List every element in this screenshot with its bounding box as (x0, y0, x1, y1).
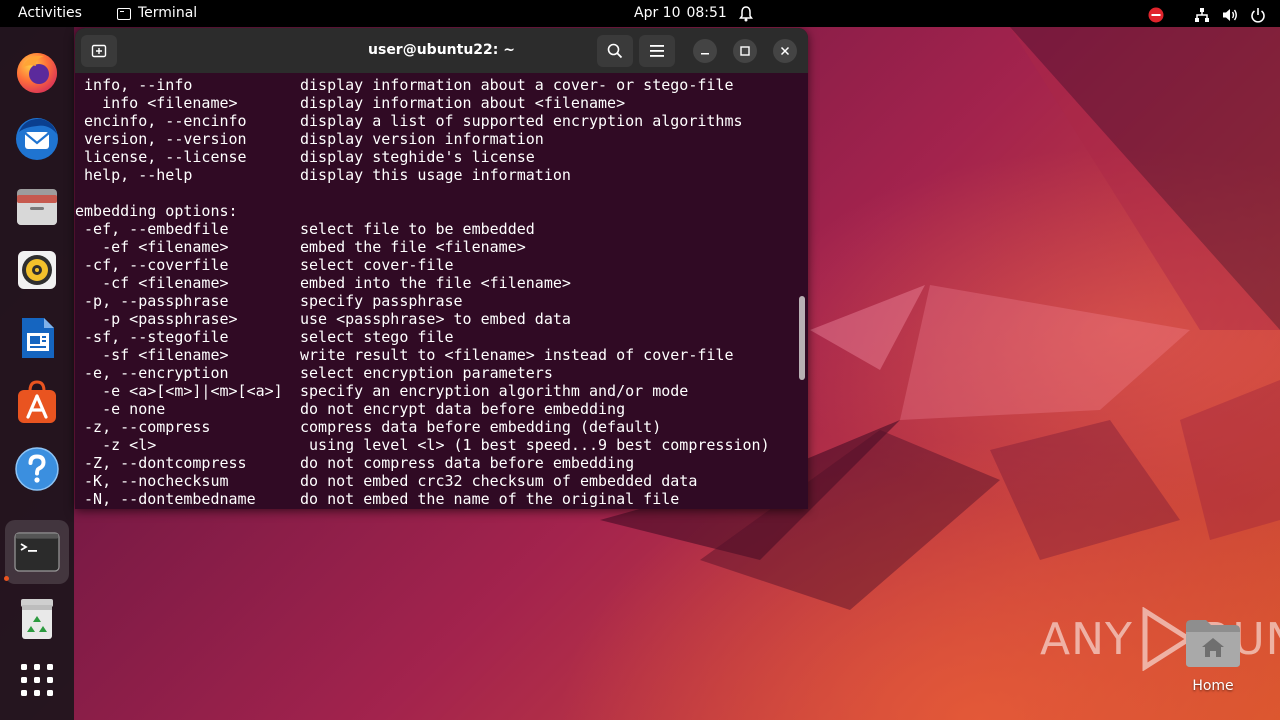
clock[interactable]: Apr 10 08:51 (634, 0, 727, 27)
terminal-option: encinfo, --encinfo (75, 112, 247, 130)
terminal-description: embed into the file <filename> (300, 274, 571, 292)
terminal-description: select encryption parameters (300, 364, 553, 382)
terminal-option: help, --help (75, 166, 193, 184)
terminal-option: info, --info (75, 76, 193, 94)
terminal-window[interactable]: user@ubuntu22: ~ info, --info display inf… (75, 28, 808, 509)
window-headerbar[interactable]: user@ubuntu22: ~ (75, 28, 808, 73)
terminal-option: -sf, --stegofile (75, 328, 229, 346)
terminal-description: specify an encryption algorithm and/or m… (300, 382, 689, 400)
terminal-description: select file to be embedded (300, 220, 535, 238)
volume-icon (1222, 6, 1238, 22)
terminal-description: display information about <filename> (300, 94, 626, 112)
terminal-description: do not embed the name of the original fi… (300, 490, 680, 508)
terminal-description: display a list of supported encryption a… (300, 112, 743, 130)
terminal-description: select stego file (300, 328, 454, 346)
close-button[interactable] (773, 39, 797, 63)
terminal-description: display steghide's license (300, 148, 535, 166)
dock (0, 27, 74, 720)
maximize-icon (740, 46, 750, 56)
terminal-option: -K, --nochecksum (75, 472, 229, 490)
files-icon[interactable] (10, 179, 64, 233)
power-icon (1250, 6, 1266, 23)
terminal-option: -sf <filename> (75, 346, 229, 364)
terminal-output[interactable]: info, --info display information about a … (75, 73, 795, 509)
show-apps-icon[interactable] (10, 653, 64, 707)
terminal-option: -e none (75, 400, 166, 418)
app-menu[interactable]: Terminal (117, 0, 197, 27)
app-menu-label: Terminal (138, 5, 198, 21)
terminal-description: do not embed crc32 checksum of embedded … (300, 472, 698, 490)
terminal-option: info <filename> (75, 94, 238, 112)
terminal-option: -Z, --dontcompress (75, 454, 247, 472)
running-indicator (4, 576, 9, 581)
terminal-option: -cf, --coverfile (75, 256, 229, 274)
terminal-description: using level <l> (1 best speed...9 best c… (300, 436, 770, 454)
terminal-description: do not encrypt data before embedding (300, 400, 626, 418)
terminal-option: -ef <filename> (75, 238, 229, 256)
terminal-option: -p, --passphrase (75, 292, 229, 310)
help-icon[interactable] (10, 442, 64, 496)
top-bar: Activities Terminal Apr 10 08:51 (0, 0, 1280, 27)
search-button[interactable] (597, 35, 633, 67)
minimize-button[interactable] (693, 39, 717, 63)
maximize-button[interactable] (733, 39, 757, 63)
terminal-description: display version information (300, 130, 544, 148)
clock-date: Apr 10 (634, 5, 681, 21)
clock-time: 08:51 (686, 5, 727, 21)
terminal-option: -p <passphrase> (75, 310, 238, 328)
terminal-description: write result to <filename> instead of co… (300, 346, 734, 364)
terminal-description: embed the file <filename> (300, 238, 526, 256)
minimize-icon (701, 53, 709, 55)
terminal-description: use <passphrase> to embed data (300, 310, 571, 328)
system-tray[interactable] (1148, 0, 1266, 27)
terminal-option: -z <l> (75, 436, 157, 454)
writer-icon[interactable] (10, 311, 64, 365)
terminal-description: do not compress data before embedding (300, 454, 635, 472)
terminal-scrollbar[interactable] (799, 296, 805, 380)
terminal-option: -ef, --embedfile (75, 220, 229, 238)
notification-bell-icon[interactable] (738, 0, 754, 27)
terminal-description: compress data before embedding (default) (300, 418, 662, 436)
terminal-option: -N, --dontembedname (75, 490, 256, 508)
firefox-icon[interactable] (10, 46, 64, 100)
terminal-small-icon (117, 7, 131, 20)
search-icon (607, 43, 623, 59)
terminal-option: -e, --encryption (75, 364, 229, 382)
terminal-option: -cf <filename> (75, 274, 229, 292)
thunderbird-icon[interactable] (10, 111, 64, 165)
anyrun-watermark: ANY RUN (1040, 607, 1280, 671)
terminal-option: version, --version (75, 130, 247, 148)
do-not-disturb-icon (1148, 6, 1164, 22)
app-center-icon[interactable] (10, 375, 64, 429)
terminal-option: license, --license (75, 148, 247, 166)
terminal-description: display this usage information (300, 166, 571, 184)
trash-icon[interactable] (10, 592, 64, 646)
hamburger-icon (650, 45, 664, 57)
terminal-description: specify passphrase (300, 292, 463, 310)
home-folder-icon[interactable] (1184, 617, 1242, 669)
terminal-description: select cover-file (300, 256, 454, 274)
close-icon (780, 46, 790, 56)
terminal-option: -z, --compress (75, 418, 211, 436)
activities-button[interactable]: Activities (18, 0, 82, 27)
terminal-option: embedding options: (75, 202, 238, 220)
menu-button[interactable] (639, 35, 675, 67)
terminal-description: display information about a cover- or st… (300, 76, 734, 94)
network-icon (1194, 6, 1210, 22)
terminal-option: -e <a>[<m>]|<m>[<a>] (75, 382, 283, 400)
terminal-icon[interactable] (5, 520, 69, 584)
watermark-left-text: ANY (1040, 613, 1133, 665)
rhythmbox-icon[interactable] (10, 243, 64, 297)
home-folder-label[interactable]: Home (1172, 678, 1254, 694)
